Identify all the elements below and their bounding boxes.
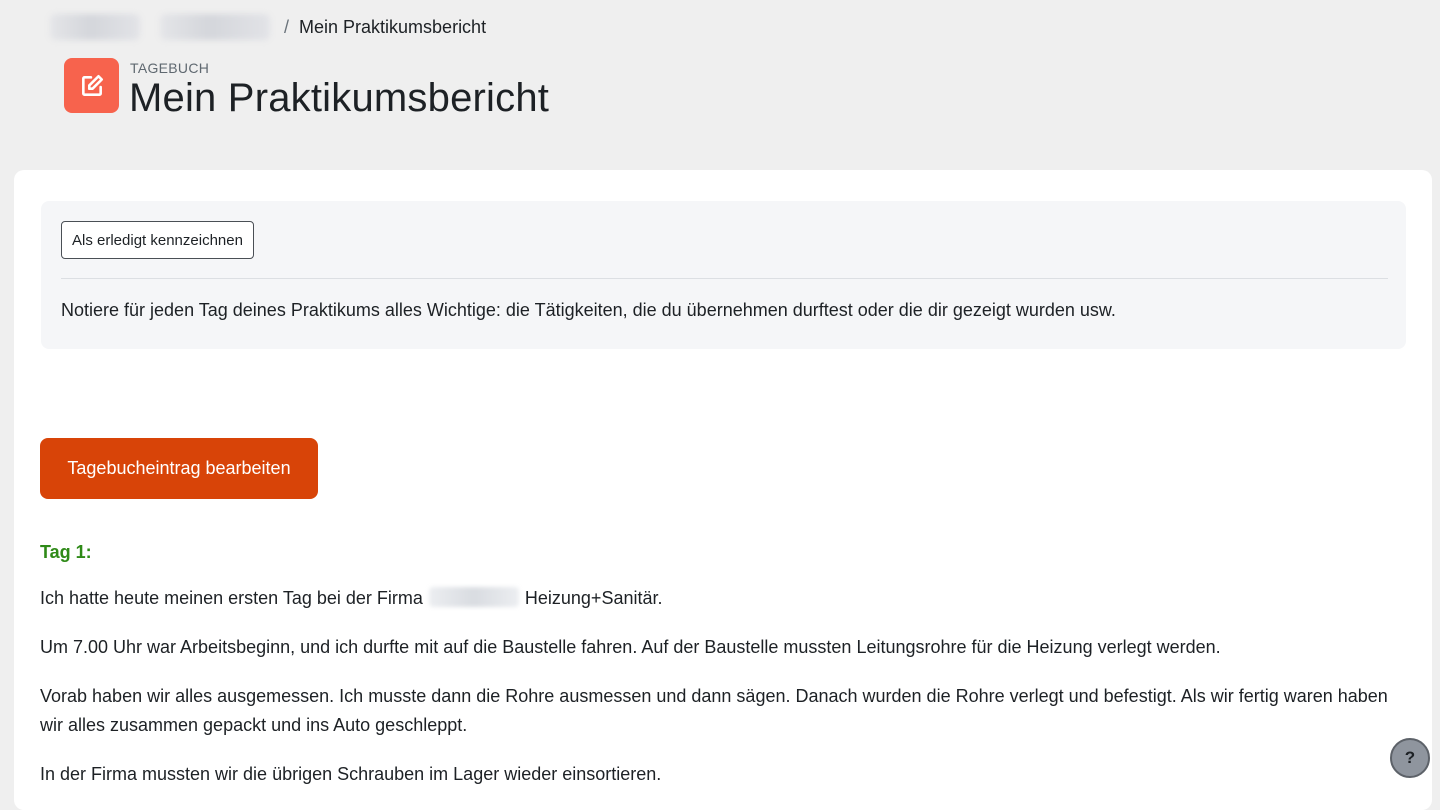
journal-entry: Tag 1: Ich hatte heute meinen ersten Tag… — [40, 540, 1410, 809]
activity-type-label: TAGEBUCH — [130, 60, 210, 76]
activity-information: Als erledigt kennzeichnen Notiere für je… — [41, 201, 1406, 349]
entry-text: Ich hatte heute meinen ersten Tag bei de… — [40, 588, 423, 608]
divider — [61, 278, 1388, 279]
redacted-company-name — [428, 587, 519, 607]
main-content: Als erledigt kennzeichnen Notiere für je… — [14, 170, 1432, 810]
breadcrumb-current: Mein Praktikumsbericht — [299, 16, 487, 37]
breadcrumb-separator: / — [284, 16, 290, 37]
activity-description: Notiere für jeden Tag deines Praktikums … — [61, 300, 1116, 320]
help-button[interactable]: ? — [1390, 738, 1430, 778]
entry-paragraph: Ich hatte heute meinen ersten Tag bei de… — [40, 584, 1410, 613]
mark-as-done-button[interactable]: Als erledigt kennzeichnen — [61, 221, 254, 259]
breadcrumb: / Mein Praktikumsbericht — [50, 13, 486, 41]
page-title: Mein Praktikumsbericht — [129, 76, 550, 120]
entry-paragraph: In der Firma mussten wir die übrigen Sch… — [40, 764, 662, 784]
entry-text: Heizung+Sanitär. — [524, 588, 663, 608]
entry-paragraph: Vorab haben wir alles ausgemessen. Ich m… — [40, 686, 1388, 735]
breadcrumb-item-redacted[interactable] — [160, 14, 270, 40]
day-heading: Tag 1: — [40, 542, 92, 562]
edit-journal-entry-button[interactable]: Tagebucheintrag bearbeiten — [40, 438, 318, 499]
activity-icon — [64, 58, 119, 113]
breadcrumb-item-redacted[interactable] — [50, 14, 140, 40]
entry-paragraph: Um 7.00 Uhr war Arbeitsbeginn, und ich d… — [40, 637, 1221, 657]
edit-icon — [81, 74, 103, 96]
